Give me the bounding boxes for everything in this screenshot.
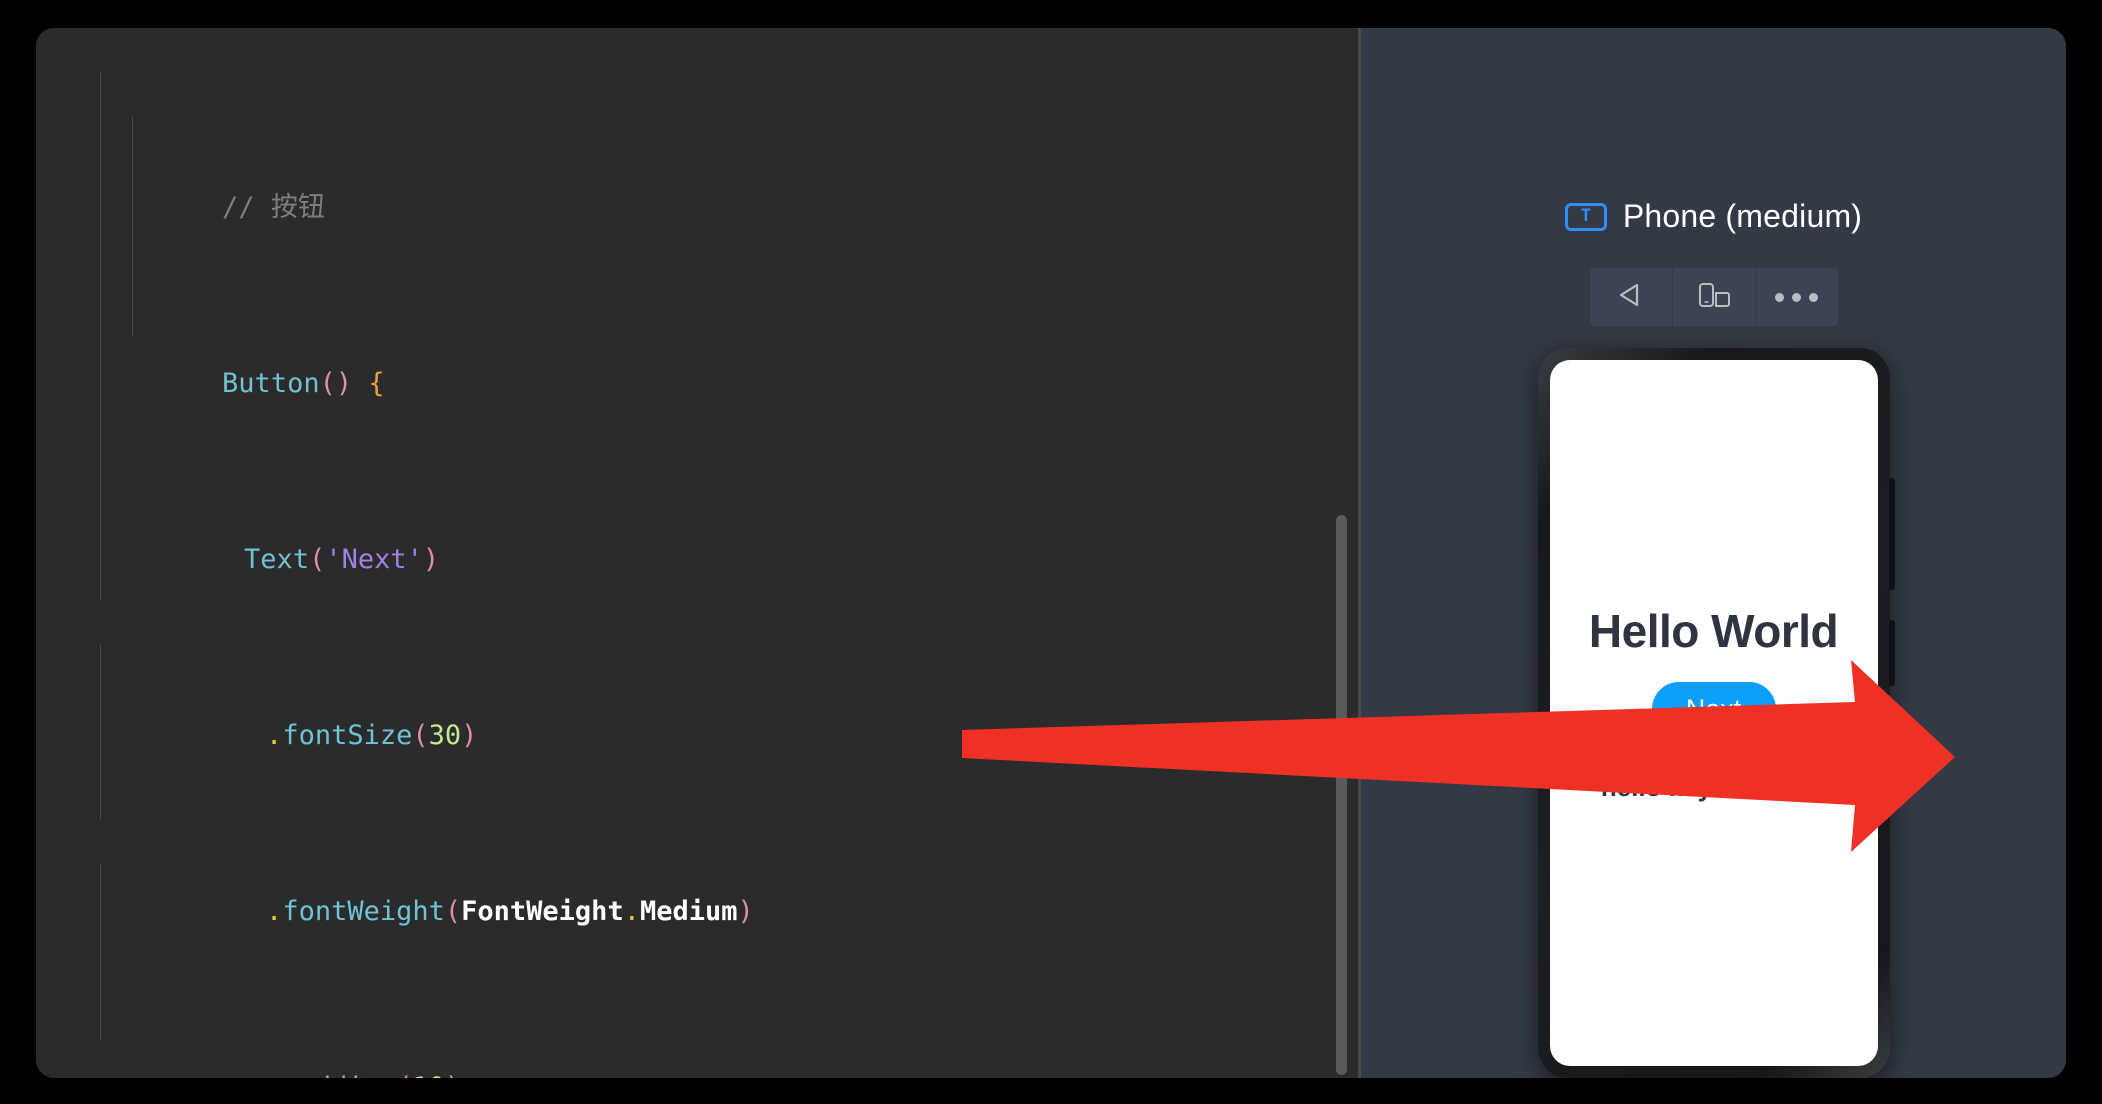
next-button[interactable]: Next [1651,682,1776,736]
device-label: Phone (medium) [1622,198,1863,234]
device-type-icon-letter: T [1580,206,1591,226]
phone-device-frame: Hello World Next hello keyword one hello… [1537,348,1895,1078]
ellipsis-icon [1775,292,1818,302]
ide-window: // 按钮 Button() { Text('Next') .fontSize(… [36,28,2066,1078]
device-type-icon: T [1564,202,1607,231]
code-line-fontsize[interactable]: .fontSize(30) [36,670,1358,751]
code-line-comment[interactable]: // 按钮 [36,142,1358,223]
editor-scrollbar-track[interactable] [1332,28,1350,1078]
code-line-text-next[interactable]: Text('Next') [36,494,1358,575]
preview-header: T Phone (medium) [1361,198,2066,235]
code-line-fontweight[interactable]: .fontWeight(FontWeight.Medium) [36,846,1358,927]
code-editor-pane[interactable]: // 按钮 Button() { Text('Next') .fontSize(… [36,28,1358,1078]
phone-power-button[interactable] [1888,620,1895,686]
code-line-padding[interactable]: .padding(10) [36,1022,1358,1078]
previous-device-button[interactable] [1590,268,1673,326]
counter-line-two: hello keyword two [1600,772,1827,802]
device-orientation-icon [1697,280,1731,315]
counter-line-one: hello keyword one [1600,742,1827,772]
code-content[interactable]: // 按钮 Button() { Text('Next') .fontSize(… [36,28,1358,1078]
hello-world-title: Hello World [1588,605,1839,657]
code-line-button-open[interactable]: Button() { [36,318,1358,399]
phone-screen[interactable]: Hello World Next hello keyword one hello… [1549,360,1878,1066]
more-options-button[interactable] [1756,268,1838,326]
preview-pane: T Phone (medium) Hello World Next hello … [1361,28,2066,1078]
preview-toolbar[interactable] [1589,268,1838,326]
preview-app-content: Hello World Next hello keyword one hello… [1550,360,1878,1066]
rotate-orientation-button[interactable] [1673,268,1756,326]
editor-scrollbar-thumb[interactable] [1336,515,1347,1075]
phone-volume-button[interactable] [1888,478,1895,590]
triangle-left-icon [1616,280,1646,315]
next-button-label: Next [1685,693,1742,724]
